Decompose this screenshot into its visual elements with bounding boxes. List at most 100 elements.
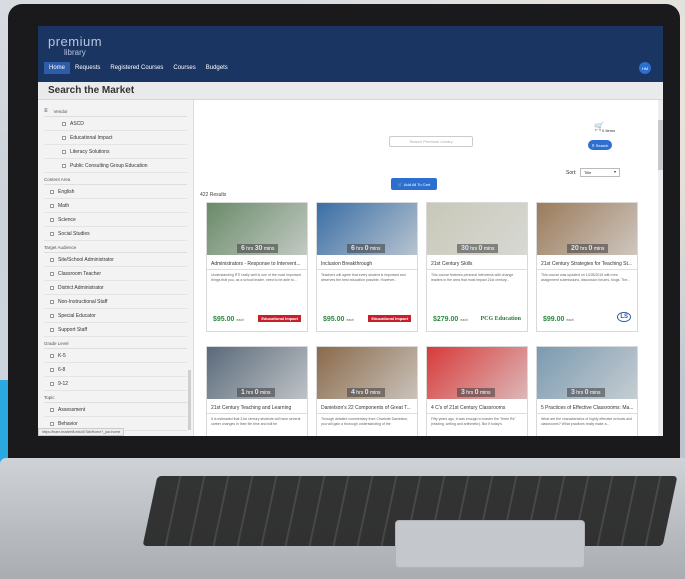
course-card[interactable]: 1 hrs 0 mins 21st Century Teaching and Le… [206,346,308,436]
filter-group-heading: Topic [44,393,187,403]
filter-option-label: Assessment [58,407,86,413]
filter-checkbox[interactable] [62,122,66,126]
course-price-unit: each [346,318,354,322]
course-thumbnail[interactable]: 6 hrs 0 mins [317,203,417,255]
filter-option[interactable]: Science [44,213,187,227]
filter-option[interactable]: Math [44,199,187,213]
cart-count: 0 Items [602,128,616,133]
filter-checkbox[interactable] [50,368,54,372]
filter-checkbox[interactable] [50,232,54,236]
search-input[interactable]: Search Premium Library [389,136,473,147]
course-price-unit: each [236,318,244,322]
filter-option[interactable]: Public Consulting Group Education [44,159,187,173]
filter-checkbox[interactable] [62,164,66,168]
filter-option[interactable]: 9-12 [44,377,187,391]
filter-option[interactable]: English [44,185,187,199]
course-card[interactable]: 30 hrs 0 mins 21st Century Skills This cou… [426,202,528,332]
course-price: $279.00 each [433,316,468,323]
filter-option[interactable]: Educational Impact [44,131,187,145]
course-duration: 30 hrs 0 mins [457,244,499,253]
course-title[interactable]: 5 Practices of Effective Classrooms: Ma.… [537,399,637,414]
course-title[interactable]: 4 C's of 21st Century Classrooms [427,399,527,414]
course-duration: 20 hrs 0 mins [567,244,609,253]
sidebar-scrollbar[interactable] [188,370,191,430]
hamburger-menu-icon[interactable]: ≡ [44,108,48,114]
main-scrollbar[interactable] [658,100,663,436]
filter-option[interactable]: K-5 [44,349,187,363]
filter-checkbox[interactable] [50,300,54,304]
filter-option[interactable]: Classroom Teacher [44,267,187,281]
duration-hours-unit: hrs [246,390,254,396]
page-title: Search the Market [48,85,135,96]
filter-checkbox[interactable] [50,382,54,386]
filter-checkbox[interactable] [50,328,54,332]
duration-hours: 4 [351,389,355,396]
duration-hours-unit: hrs [356,390,364,396]
main-scrollbar-thumb[interactable] [658,120,663,170]
filter-checkbox[interactable] [50,408,54,412]
course-thumbnail[interactable]: 6 hrs 30 mins [207,203,307,255]
filter-option[interactable]: Site/School Administrator [44,253,187,267]
nav-requests[interactable]: Requests [70,62,105,74]
filter-checkbox[interactable] [50,286,54,290]
duration-minutes: 30 [254,245,263,252]
course-card[interactable]: 3 hrs 0 mins 4 C's of 21st Century Classr… [426,346,528,436]
logo[interactable]: premium [48,34,102,49]
course-thumbnail[interactable]: 4 hrs 0 mins [317,347,417,399]
filter-checkbox[interactable] [50,354,54,358]
course-thumbnail[interactable]: 1 hrs 0 mins [207,347,307,399]
course-card[interactable]: 20 hrs 0 mins 21st Century Strategies for… [536,202,638,332]
course-card[interactable]: 3 hrs 0 mins 5 Practices of Effective Cla… [536,346,638,436]
filter-checkbox[interactable] [50,190,54,194]
search-button[interactable]: ⚲ Search [588,140,612,150]
course-card[interactable]: 6 hrs 0 mins Inclusion Breakthrough Teache… [316,202,418,332]
duration-hours: 3 [571,389,575,396]
user-avatar[interactable]: HM [639,62,651,74]
filter-checkbox[interactable] [50,314,54,318]
filter-option[interactable]: Special Educator [44,309,187,323]
sort-select[interactable]: Title ▾ [580,168,620,177]
nav-budgets[interactable]: Budgets [201,62,233,74]
filter-checkbox[interactable] [62,136,66,140]
filter-option[interactable]: Non-Instructional Staff [44,295,187,309]
course-thumbnail[interactable]: 20 hrs 0 mins [537,203,637,255]
course-card[interactable]: 6 hrs 30 mins Administrators - Response t… [206,202,308,332]
filter-option[interactable]: Social Studies [44,227,187,241]
filter-checkbox[interactable] [50,218,54,222]
course-thumbnail[interactable]: 3 hrs 0 mins [427,347,527,399]
course-price-value: $95.00 [213,316,235,323]
course-card[interactable]: 4 hrs 0 mins Danielson's 22 Components of… [316,346,418,436]
course-description: What are the characteristics of highly e… [541,417,632,426]
duration-hours-unit: hrs [580,246,588,252]
filter-option[interactable]: Support Staff [44,323,187,337]
filter-checkbox[interactable] [50,272,54,276]
course-title[interactable]: 21st Century Skills [427,255,527,270]
filter-option[interactable]: 6-8 [44,363,187,377]
filter-option[interactable]: Literacy Solutions [44,145,187,159]
course-description: Through detailed commentary from Charlot… [321,417,409,426]
nav-courses[interactable]: Courses [168,62,200,74]
nav-home[interactable]: Home [44,62,71,74]
filter-option[interactable]: District Administrator [44,281,187,295]
filter-option-label: Special Educator [58,313,96,319]
course-price: $95.00 each [213,316,244,323]
nav-registered-courses[interactable]: Registered Courses [105,62,168,74]
filter-checkbox[interactable] [62,150,66,154]
add-all-to-cart-button[interactable]: 🛒 Add All To Cart [391,178,437,190]
duration-hours: 30 [461,245,469,252]
filter-checkbox[interactable] [50,422,54,426]
course-thumbnail[interactable]: 3 hrs 0 mins [537,347,637,399]
filter-checkbox[interactable] [50,258,54,262]
filter-option[interactable]: ASCD [44,117,187,131]
course-title[interactable]: Administrators - Response to Intervent..… [207,255,307,270]
course-title[interactable]: Inclusion Breakthrough [317,255,417,270]
course-title[interactable]: 21st Century Strategies for Teaching St.… [537,255,637,270]
main-nav: Home Requests Registered Courses Courses… [44,62,233,74]
course-title[interactable]: Danielson's 22 Components of Great T... [317,399,417,414]
filter-checkbox[interactable] [50,204,54,208]
status-url: https://learn.trusteelit.edu/#/Tab/Home?… [38,428,125,436]
course-title[interactable]: 21st Century Teaching and Learning [207,399,307,414]
filter-option-label: District Administrator [58,285,104,291]
filter-option[interactable]: Assessment [44,403,187,417]
course-thumbnail[interactable]: 30 hrs 0 mins [427,203,527,255]
